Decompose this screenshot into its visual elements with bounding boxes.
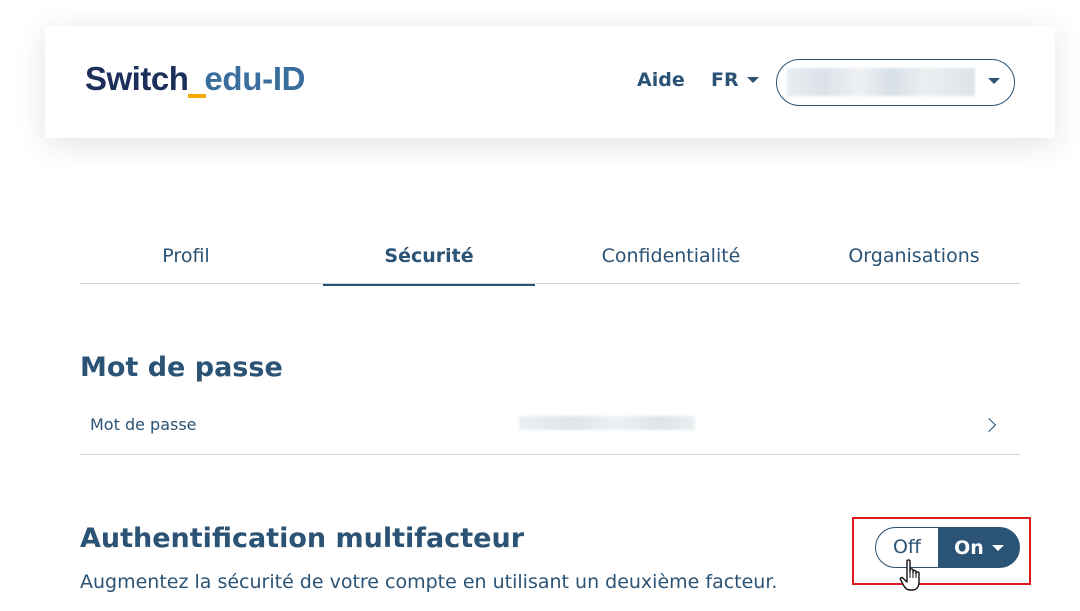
language-label: FR	[711, 69, 739, 91]
logo-underscore	[188, 60, 207, 100]
chevron-down-icon	[746, 77, 759, 83]
mfa-on-label: On	[954, 536, 984, 559]
mfa-description: Augmentez la sécurité de votre compte en…	[80, 571, 778, 593]
redacted-account-name	[787, 68, 975, 96]
redacted-password-info	[519, 416, 695, 430]
mfa-on-dropdown-button[interactable]: On	[938, 527, 1020, 568]
mfa-toggle[interactable]: Off On	[875, 527, 1020, 568]
help-link[interactable]: Aide	[637, 69, 685, 91]
password-section-title: Mot de passe	[80, 352, 283, 383]
hand-pointer-icon	[899, 559, 920, 591]
tab-securite[interactable]: Sécurité	[323, 236, 535, 286]
site-header: Switch edu-ID Aide FR	[45, 26, 1055, 138]
password-row-label: Mot de passe	[90, 415, 197, 434]
logo-text-eduid: edu-ID	[204, 60, 306, 97]
tab-organisations[interactable]: Organisations	[808, 236, 1020, 284]
chevron-down-icon	[988, 78, 1000, 84]
password-row[interactable]: Mot de passe	[80, 398, 1020, 455]
switch-edu-id-logo[interactable]: Switch edu-ID	[85, 60, 306, 100]
mfa-section-title: Authentification multifacteur	[80, 523, 525, 554]
tab-confidentialite[interactable]: Confidentialité	[565, 236, 777, 284]
tab-profil[interactable]: Profil	[80, 236, 292, 284]
chevron-down-icon	[991, 544, 1004, 551]
logo-text-switch: Switch	[85, 60, 189, 97]
chevron-right-icon	[981, 417, 997, 433]
language-select[interactable]: FR	[711, 69, 759, 91]
section-tabs: Profil Sécurité Confidentialité Organisa…	[80, 236, 1020, 286]
account-menu-button[interactable]	[776, 59, 1015, 106]
